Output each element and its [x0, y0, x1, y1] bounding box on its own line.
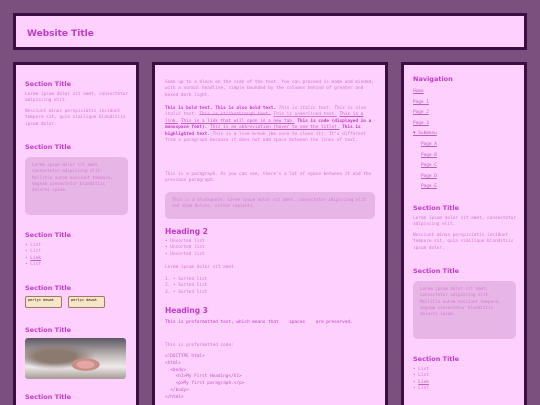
list-item: List: [413, 386, 429, 392]
right-section-3-title: Section Title: [413, 355, 460, 363]
nav-item[interactable]: Page C: [413, 161, 437, 172]
nav-item[interactable]: Page 2: [413, 108, 437, 119]
abbr-text[interactable]: This is an abbreviation (hover to see th…: [210, 125, 340, 130]
cat-nose-image: [25, 338, 126, 379]
nav-item[interactable]: Page B: [413, 151, 437, 162]
nav-title: Navigation: [413, 75, 453, 83]
nav-item[interactable]: Home: [413, 87, 437, 98]
nav-item[interactable]: Page E: [413, 182, 437, 193]
left-list: List List Link List: [25, 243, 41, 269]
list-item: Unsorted list: [165, 245, 204, 251]
paragraph: This is a paragraph. As you can see, the…: [165, 172, 372, 184]
right-section-1-text-2: Nesciunt minus perspiciatis incidunt tem…: [413, 233, 514, 251]
site-header: Website Title: [13, 13, 527, 50]
nav-item[interactable]: Page 3: [413, 119, 437, 130]
nav-list: Home Page 1 Page 2 Page 3 ▼ Submenu Page A Pag…: [413, 87, 437, 193]
nav-link[interactable]: Page D: [421, 174, 437, 179]
main-content: Some up to a block on the side of the te…: [152, 62, 388, 405]
left-section-5-title: Section Title: [25, 326, 72, 334]
right-section-2-title: Section Title: [413, 267, 460, 275]
heading-3: Heading 3: [165, 306, 208, 315]
nav-item[interactable]: Page A: [413, 140, 437, 151]
nav-link[interactable]: Page 2: [413, 110, 429, 115]
blockquote: This is a blockquote. Lorem ipsum dolor …: [165, 192, 375, 219]
underline-text: This is underlined text.: [273, 112, 337, 118]
nav-link[interactable]: Page E: [421, 184, 437, 189]
right-list: List List Link List: [413, 367, 429, 393]
line-break-text: This is a line break (be sure to close i…: [212, 131, 327, 137]
badge-row: perlyc dewat perlyc dewat: [25, 296, 105, 308]
nav-link[interactable]: Page 1: [413, 100, 429, 105]
also-bold-text: This is also bold text.: [215, 106, 277, 111]
nav-link[interactable]: Page C: [421, 163, 437, 168]
nav-link[interactable]: Page B: [421, 153, 437, 158]
left-section-1-text-2: Nesciunt minus perspiciatis incidunt tem…: [25, 109, 126, 127]
nav-link[interactable]: Home: [413, 89, 424, 94]
left-section-3-title: Section Title: [25, 231, 72, 239]
left-section-2-title: Section Title: [25, 143, 72, 151]
link-2[interactable]: This is a link that will open in a new t…: [181, 119, 295, 124]
formatting-examples: This is bold text. This is also bold tex…: [165, 106, 379, 144]
left-section-1-title: Section Title: [25, 80, 72, 88]
left-sidebar: Section Title Lorem ipsum dolor sit amet…: [13, 62, 139, 405]
right-section-1-title: Section Title: [413, 204, 460, 212]
site-title: Website Title: [27, 29, 94, 39]
nav-item[interactable]: Page D: [413, 172, 437, 183]
nav-item[interactable]: Page 1: [413, 98, 437, 109]
list-caption: Lorem ipsum dolor sit amet.: [165, 265, 237, 270]
badge-1[interactable]: perlyc dewat: [25, 296, 62, 308]
right-info-box: Lorem ipsum dolor sit amet, consectetur …: [413, 281, 516, 339]
right-sidebar: Navigation Home Page 1 Page 2 Page 3 ▼ Subme…: [401, 62, 527, 405]
nav-item[interactable]: ▼ Submenu: [413, 129, 437, 140]
left-section-6-title: Section Title: [25, 393, 72, 401]
list-link[interactable]: Link: [30, 256, 41, 261]
left-info-box: Lorem ipsum dolor sit amet, consectetur …: [25, 157, 128, 215]
bold-text: This is bold text.: [165, 106, 213, 111]
code-label: This is preformatted code:: [165, 343, 234, 348]
nav-link[interactable]: Page A: [421, 142, 437, 147]
badge-2[interactable]: perlyc dewat: [68, 296, 105, 308]
list-item: Sorted list: [165, 290, 207, 296]
intro-paragraph: Some up to a block on the side of the te…: [165, 80, 374, 98]
preformatted-text: This is preformatted text, which means t…: [165, 320, 353, 325]
nav-link[interactable]: ▼ Submenu: [413, 131, 437, 136]
left-section-4-title: Section Title: [25, 284, 72, 292]
left-section-1-text: Lorem ipsum dolor sit amet, consectetur …: [25, 92, 129, 104]
nav-link[interactable]: Page 3: [413, 121, 429, 126]
code-block: <!DOCTYPE html> <html> <body> <h1>My Fir…: [165, 354, 245, 400]
unordered-list: Unsorted list Unsorted list Unsorted lis…: [165, 239, 204, 258]
list-link[interactable]: Link: [418, 380, 429, 385]
list-item: Unsorted list: [165, 252, 204, 258]
strike-text: This is strikethrough text.: [199, 112, 271, 118]
ordered-list: Sorted list Sorted list Sorted list: [165, 277, 207, 296]
right-section-1-text: Lorem ipsum dolor sit amet, consectetur …: [413, 216, 517, 228]
heading-2: Heading 2: [165, 227, 208, 236]
list-item: List: [25, 262, 41, 268]
